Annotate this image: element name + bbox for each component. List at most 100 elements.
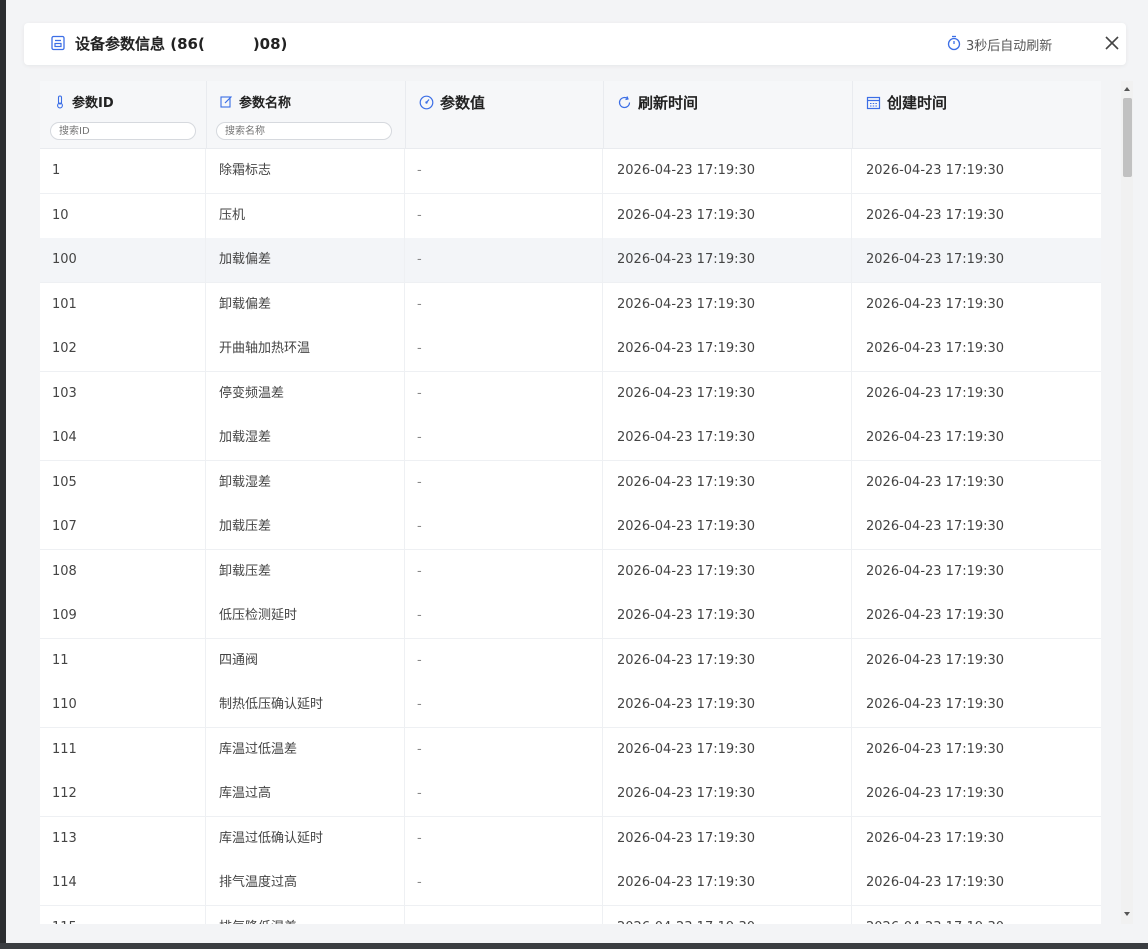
cell-param-value: - xyxy=(405,549,603,594)
cell-param-name: 加载湿差 xyxy=(206,416,405,460)
cell-refresh-time: 2026-04-23 17:19:30 xyxy=(603,594,852,638)
column-header-value-label: 参数值 xyxy=(419,92,485,113)
table-row[interactable]: 10 压机 -2026-04-23 17:19:30 2026-04-23 17:19… xyxy=(40,193,1101,239)
cell-param-id: 107 xyxy=(40,505,206,549)
table-row[interactable]: 109 低压检测延时 -2026-04-23 17:19:30 2026-04-23 … xyxy=(40,594,1101,639)
cell-param-id: 115 xyxy=(40,905,206,924)
parameter-table: 参数ID 参数名称 xyxy=(40,81,1101,924)
cell-create-time: 2026-04-23 17:19:30 xyxy=(866,652,1005,668)
cell-create-time: 2026-04-23 17:19:30 xyxy=(866,875,1005,890)
table-row[interactable]: 115排气降低湿差-2026-04-23 17:19:302026-04-23 … xyxy=(40,905,1101,924)
cell-param-id: 103 xyxy=(40,371,206,416)
column-header-refresh-text: 刷新时间 xyxy=(638,94,699,112)
cell-create-time: 2026-04-23 17:19:30 xyxy=(866,207,1005,223)
document-icon xyxy=(51,35,65,51)
cell-refresh-time: 2026-04-23 17:19:30 xyxy=(603,638,852,683)
column-header-name-text: 参数名称 xyxy=(239,96,292,111)
cell-param-name: 库温过低温差 xyxy=(206,727,405,772)
table-row[interactable]: 103 停变频温差 -2026-04-23 17:19:30 2026-04-23 1… xyxy=(40,371,1101,417)
cell-create-time: 2026-04-23 17:19:30 xyxy=(866,519,1005,534)
cell-param-name: 卸载压差 xyxy=(206,549,405,594)
cell-param-id: 109 xyxy=(40,594,206,638)
cell-param-id: 110 xyxy=(40,683,206,727)
cell-param-value: - xyxy=(405,238,603,282)
table-row[interactable]: 104 加载湿差 -2026-04-23 17:19:30 2026-04-23 17… xyxy=(40,416,1101,461)
search-id-input[interactable] xyxy=(50,122,196,140)
cell-create-time: 2026-04-23 17:19:30 xyxy=(866,786,1005,801)
table-row[interactable]: 112 库温过高 -2026-04-23 17:19:30 2026-04-23 17… xyxy=(40,772,1101,817)
cell-param-id: 104 xyxy=(40,416,206,460)
cell-refresh-time: 2026-04-23 17:19:30 xyxy=(603,905,852,924)
cell-param-name: 停变频温差 xyxy=(206,371,405,416)
table-row[interactable]: 101 卸载偏差 -2026-04-23 17:19:30 2026-04-23 17… xyxy=(40,282,1101,328)
cell-param-value: - xyxy=(405,638,603,683)
cell-refresh-time: 2026-04-23 17:19:30 xyxy=(603,505,852,549)
cell-param-name: 制热低压确认延时 xyxy=(206,683,405,727)
column-header-create-label: 创建时间 xyxy=(866,92,947,113)
column-header-refresh-time: 刷新时间 xyxy=(603,81,853,148)
cell-refresh-time: 2026-04-23 17:19:30 xyxy=(603,282,852,327)
cell-refresh-time: 2026-04-23 17:19:30 xyxy=(603,460,852,505)
scroll-up-icon[interactable] xyxy=(1123,85,1131,93)
table-row[interactable]: 110 制热低压确认延时 -2026-04-23 17:19:30 2026-04-2… xyxy=(40,683,1101,728)
table-row[interactable]: 100 加载偏差 -2026-04-23 17:19:30 2026-04-23 17… xyxy=(40,238,1101,283)
cell-param-id: 10 xyxy=(40,193,206,238)
cell-param-value: - xyxy=(405,861,603,905)
cell-param-id: 111 xyxy=(40,727,206,772)
table-row[interactable]: 111 库温过低温差 -2026-04-23 17:19:30 2026-04-23 … xyxy=(40,727,1101,773)
cell-refresh-time: 2026-04-23 17:19:30 xyxy=(603,861,852,905)
table-row[interactable]: 1 除霜标志 -2026-04-23 17:19:30 2026-04-23 17:1… xyxy=(40,149,1101,194)
cell-param-value: - xyxy=(405,505,603,549)
table-row[interactable]: 108 卸载压差 -2026-04-23 17:19:30 2026-04-23 17… xyxy=(40,549,1101,595)
cell-param-name: 卸载偏差 xyxy=(206,282,405,327)
cell-param-name: 排气温度过高 xyxy=(206,861,405,905)
cell-param-name: 卸载湿差 xyxy=(206,460,405,505)
column-header-refresh-label: 刷新时间 xyxy=(617,92,698,113)
column-header-id-text: 参数ID xyxy=(72,96,114,111)
scrollbar-thumb[interactable] xyxy=(1123,98,1132,177)
cell-param-value: - xyxy=(405,727,603,772)
cell-param-name: 加载偏差 xyxy=(206,238,405,282)
cell-param-value: - xyxy=(405,327,603,371)
table-header: 参数ID 参数名称 xyxy=(40,81,1101,149)
cell-param-value: - xyxy=(405,416,603,460)
cell-param-id: 108 xyxy=(40,549,206,594)
timer-icon xyxy=(947,35,961,51)
column-header-id: 参数ID xyxy=(40,81,207,148)
cell-param-id: 100 xyxy=(40,238,206,282)
device-parameter-modal: 设备参数信息 (86()08) 3秒后自动刷新 参数ID 搜索ID 参数名称 … xyxy=(6,0,1148,943)
cell-param-name: 加载压差 xyxy=(206,505,405,549)
cell-param-id: 114 xyxy=(40,861,206,905)
close-icon[interactable] xyxy=(1100,31,1124,55)
cell-param-value: - xyxy=(405,460,603,505)
cell-param-value: - xyxy=(405,683,603,727)
cell-param-id: 105 xyxy=(40,460,206,505)
cell-param-name: 压机 xyxy=(206,193,405,238)
table-row[interactable]: 102 开曲轴加热环温 -2026-04-23 17:19:30 2026-04-23… xyxy=(40,327,1101,372)
thermometer-icon xyxy=(57,94,63,108)
cell-create-time: 2026-04-23 17:19:30 xyxy=(866,608,1005,623)
cell-refresh-time: 2026-04-23 17:19:30 xyxy=(603,416,852,460)
table-row[interactable]: 105 卸载湿差 -2026-04-23 17:19:30 2026-04-23 17… xyxy=(40,460,1101,506)
cell-param-id: 1 xyxy=(40,149,206,193)
vertical-scrollbar[interactable] xyxy=(1121,81,1133,924)
cell-create-time: 2026-04-23 17:19:30 xyxy=(866,474,1005,490)
cell-refresh-time: 2026-04-23 17:19:30 xyxy=(603,149,852,193)
column-header-value-text: 参数值 xyxy=(440,94,486,112)
cell-refresh-time: 2026-04-23 17:19:30 xyxy=(603,371,852,416)
cell-param-id: 101 xyxy=(40,282,206,327)
table-row[interactable]: 113 库温过低确认延时 -2026-04-23 17:19:30 2026-04-2… xyxy=(40,816,1101,862)
cell-refresh-time: 2026-04-23 17:19:30 xyxy=(603,772,852,816)
table-row[interactable]: 107 加载压差 -2026-04-23 17:19:30 2026-04-23 17… xyxy=(40,505,1101,550)
modal-title-text: 设备参数信息 (86( xyxy=(75,35,205,53)
cell-param-name: 开曲轴加热环温 xyxy=(206,327,405,371)
cell-param-id: 113 xyxy=(40,816,206,861)
table-row[interactable]: 11 四通阀 -2026-04-23 17:19:30 2026-04-23 17:1… xyxy=(40,638,1101,684)
cell-create-time: 2026-04-23 17:19:30 xyxy=(866,341,1005,356)
scroll-down-icon[interactable] xyxy=(1123,910,1131,918)
search-name-input[interactable] xyxy=(216,122,392,140)
table-row[interactable]: 114 排气温度过高 -2026-04-23 17:19:30 2026-04-23 … xyxy=(40,861,1101,906)
cell-create-time: 2026-04-23 17:19:30 xyxy=(866,563,1005,579)
gauge-icon xyxy=(419,95,434,110)
cell-create-time: 2026-04-23 17:19:30 xyxy=(866,830,1005,846)
